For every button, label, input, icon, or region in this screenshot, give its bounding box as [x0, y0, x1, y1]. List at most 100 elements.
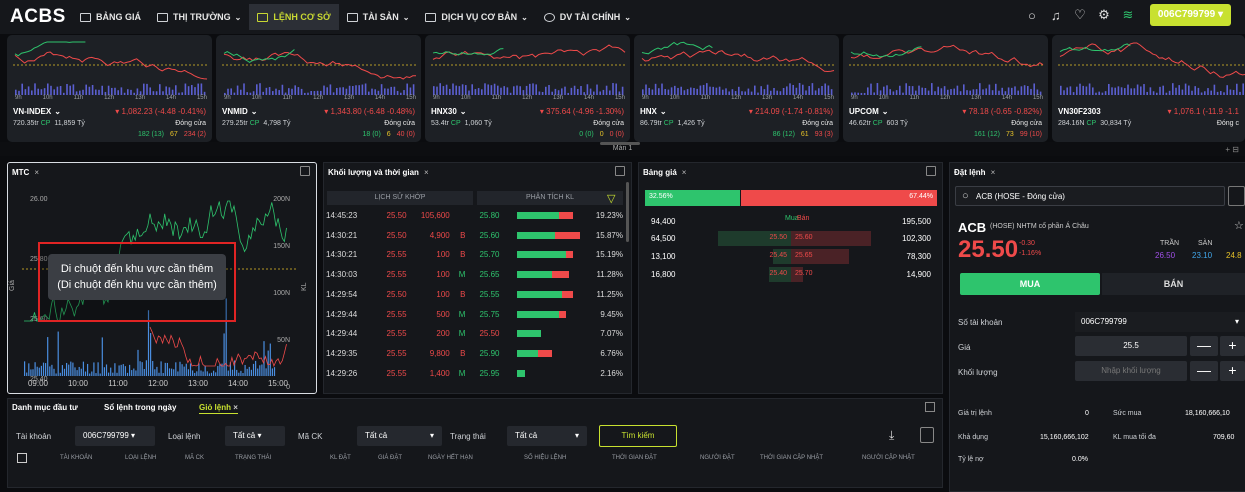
- index-change-value: 78.18 (-0.65 -0.82%): [968, 107, 1042, 116]
- price-plus-button[interactable]: +: [1220, 336, 1245, 356]
- trade-price: 25.55: [386, 348, 407, 358]
- nav-thi-truong[interactable]: THỊ TRƯỜNG ⌄: [149, 4, 249, 30]
- buy-tab[interactable]: MUA: [960, 273, 1100, 295]
- qty-minus-button[interactable]: —: [1190, 361, 1218, 381]
- account-select[interactable]: 006C799799 ▾: [1075, 312, 1245, 332]
- status-filter[interactable]: Tất cả ▾: [507, 426, 587, 446]
- order-type-filter[interactable]: Tất cả ▾: [225, 426, 285, 446]
- volume-pct: 15.19%: [595, 250, 623, 260]
- trade-price: 25.55: [386, 368, 407, 378]
- qty-plus-button[interactable]: +: [1220, 361, 1245, 381]
- analysis-price: 25.75: [479, 309, 500, 319]
- index-card[interactable]: 9h 10h 11h 12h 13h 14h 15h VN-INDEX ⌄ ▾ 1,082.23 …: [7, 35, 212, 142]
- nav-lenh-co-so[interactable]: LỆNH CƠ SỞ: [249, 4, 339, 30]
- tab-bang-gia[interactable]: Bảng giá ×: [639, 163, 686, 181]
- volume: 86.79tr: [640, 120, 662, 127]
- tab-danh-muc[interactable]: Danh mục đầu tư: [12, 403, 78, 412]
- volume-unit: CP: [663, 120, 674, 127]
- filter-icon[interactable]: ▽: [607, 192, 615, 205]
- index-change: ▾ 78.18 (-0.65 -0.82%): [962, 107, 1042, 116]
- account-dropdown[interactable]: 006C799799 ▾: [1149, 4, 1231, 26]
- tab-kl[interactable]: Khối lượng và thời gian ×: [324, 163, 429, 181]
- chart-icon[interactable]: [1228, 186, 1245, 206]
- trade-row: 14:29:35 25.55 9,800 B 25.90 6.76%: [326, 344, 623, 363]
- time-tick: 12h: [940, 95, 951, 101]
- bid-price: 25.50: [769, 234, 787, 241]
- close-icon[interactable]: ×: [682, 168, 687, 177]
- time-tick: 14h: [166, 95, 177, 101]
- time-tick: 15h: [1032, 95, 1043, 101]
- time-tick: 10h: [669, 95, 680, 101]
- x-tick: 09:00: [28, 379, 49, 388]
- close-icon[interactable]: ×: [991, 168, 996, 177]
- volume-pct: 19.23%: [595, 211, 623, 220]
- nav-dv-tai-chinh[interactable]: DV TÀI CHÍNH ⌄: [536, 4, 639, 30]
- index-card[interactable]: 9h 10h 11h 12h 13h 14h 15h HNX30 ⌄ ▾ 375.64 (-4.9…: [425, 35, 630, 142]
- layout-controls[interactable]: + ⊟: [1199, 145, 1239, 155]
- nav-dich-vu-co-ban[interactable]: DỊCH VỤ CƠ BẢN ⌄: [417, 4, 535, 30]
- download-icon[interactable]: ⤓: [889, 428, 894, 443]
- expand-icon[interactable]: [925, 402, 935, 412]
- column-header: SỐ HIỆU LỆNH: [524, 455, 567, 461]
- drag-handle[interactable]: [600, 142, 640, 145]
- nav-tai-san[interactable]: TÀI SẢN ⌄: [339, 4, 418, 30]
- trade-side: M: [458, 309, 466, 319]
- time-tick: 13h: [553, 95, 564, 101]
- analysis-price: 25.95: [479, 368, 500, 378]
- trade-time: 14:30:21: [326, 230, 358, 240]
- buy-sell-ratio-bar: 32.56% 67.44%: [645, 190, 937, 206]
- time-axis: 9h 10h 11h 12h 13h 14h 15h: [851, 95, 1043, 101]
- search-button[interactable]: Tìm kiếm: [599, 425, 677, 447]
- index-card[interactable]: VN30F2303 ▾ 1,076.1 (-11.9 -1.1 284.16N CP 3…: [1052, 35, 1245, 142]
- gear-icon[interactable]: ⚙: [1092, 7, 1116, 23]
- market-status: Đóng cửa: [593, 120, 624, 127]
- scrollbar[interactable]: [626, 182, 629, 242]
- tab-mtc[interactable]: MTC ×: [8, 163, 39, 181]
- sell-volume-bar: [555, 231, 580, 239]
- symbol-filter[interactable]: Tất cả ▾: [357, 426, 442, 446]
- value: 1,426 Tỷ: [677, 120, 705, 127]
- order-value: 0: [1085, 410, 1089, 417]
- price-change-pct: -1.16%: [1019, 250, 1042, 257]
- trade-time: 14:29:54: [326, 289, 358, 299]
- time-tick: 12h: [313, 95, 324, 101]
- excel-icon[interactable]: [920, 427, 934, 443]
- close-icon[interactable]: ×: [424, 168, 429, 177]
- index-card[interactable]: 9h 10h 11h 12h 13h 14h 15h HNX ⌄ ▾ 214.09 (-1.74 …: [634, 35, 839, 142]
- price-minus-button[interactable]: —: [1190, 336, 1218, 356]
- index-card[interactable]: 9h 10h 11h 12h 13h 14h 15h UPCOM ⌄ ▾ 78.18 (-0.65…: [843, 35, 1048, 142]
- support-icon[interactable]: ♡: [1068, 7, 1092, 23]
- column-header: NGƯỜI CẬP NHẬT: [862, 455, 915, 461]
- volume-pct: 6.76%: [600, 348, 623, 358]
- acbs-logo[interactable]: ACBS: [10, 6, 72, 28]
- quantity-input[interactable]: Nhập khối lượng: [1075, 361, 1187, 381]
- notification-icon[interactable]: ♫: [1044, 8, 1068, 23]
- nav-bang-gia[interactable]: BẢNG GIÁ: [72, 4, 149, 30]
- close-icon[interactable]: ×: [34, 168, 39, 177]
- index-card[interactable]: 9h 10h 11h 12h 13h 14h 15h VNMID ⌄ ▾ 1,343.80 (-6…: [216, 35, 421, 142]
- trade-time: 14:29:35: [326, 348, 358, 358]
- expand-icon[interactable]: [926, 166, 936, 176]
- trade-volume: 200: [436, 329, 450, 339]
- sell-volume-bar: [558, 212, 573, 219]
- tab-gio-lenh[interactable]: Giỏ lệnh ×: [199, 403, 238, 414]
- select-all-checkbox[interactable]: [17, 453, 27, 463]
- trade-price: 25.50: [386, 289, 407, 299]
- index-name-label: HNX30: [431, 107, 457, 116]
- volume-analysis-bar: [516, 330, 586, 338]
- sell-tab[interactable]: BÁN: [1102, 273, 1245, 295]
- symbol-search[interactable]: ○ ACB (HOSE - Đóng cửa): [955, 186, 1225, 206]
- search-icon[interactable]: ○: [1020, 8, 1044, 23]
- star-icon[interactable]: ☆: [1234, 219, 1244, 232]
- price-input[interactable]: 25.5: [1075, 336, 1187, 356]
- account-filter[interactable]: 006C799799 ▾: [75, 426, 155, 446]
- tab-dat-lenh[interactable]: Đặt lệnh ×: [950, 163, 995, 181]
- expand-icon[interactable]: [615, 166, 625, 176]
- time-tick: 9h: [642, 95, 649, 101]
- index-name: VN-INDEX ⌄: [13, 107, 61, 116]
- tab-so-lenh[interactable]: Sổ lệnh trong ngày: [104, 403, 176, 412]
- close-icon[interactable]: ×: [233, 403, 238, 412]
- column-header: TÀI KHOẢN: [60, 455, 93, 461]
- expand-icon[interactable]: [300, 166, 310, 176]
- volume-unit: CP: [1086, 120, 1097, 127]
